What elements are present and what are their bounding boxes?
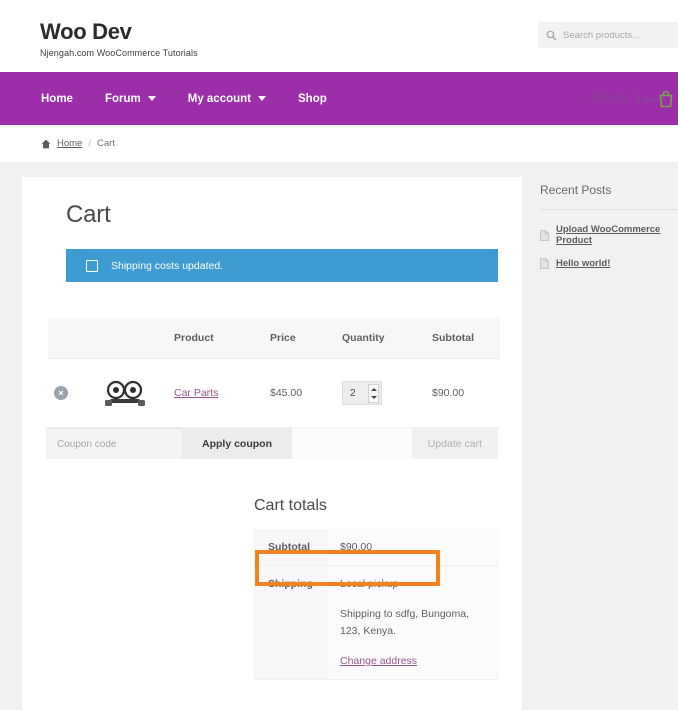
col-header-subtotal: Subtotal bbox=[426, 318, 500, 359]
quantity-value: 2 bbox=[350, 387, 356, 399]
site-branding[interactable]: Woo Dev Njengah.com WooCommerce Tutorial… bbox=[40, 19, 198, 59]
product-link[interactable]: Car Parts bbox=[174, 387, 218, 399]
col-header-product: Product bbox=[168, 318, 264, 359]
nav-item-label: Home bbox=[41, 92, 73, 105]
nav-item-forum[interactable]: Forum bbox=[89, 93, 172, 105]
site-title: Woo Dev bbox=[40, 19, 132, 44]
cell-subtotal: $90.00 bbox=[426, 358, 500, 428]
col-header-remove bbox=[48, 318, 96, 359]
change-address-link[interactable]: Change address bbox=[340, 655, 417, 667]
quantity-spinner[interactable] bbox=[368, 384, 379, 403]
chevron-down-icon bbox=[258, 96, 266, 101]
recent-post-link[interactable]: Upload WooCommerce Product bbox=[556, 224, 678, 246]
breadcrumb-link-home[interactable]: Home bbox=[57, 138, 82, 149]
nav-item-label: My account bbox=[187, 92, 251, 105]
apply-coupon-button[interactable]: Apply coupon bbox=[182, 428, 292, 459]
shipping-label: Shipping bbox=[254, 565, 328, 680]
shipping-method-value: Local pickup bbox=[340, 578, 399, 590]
product-search[interactable] bbox=[538, 22, 678, 48]
col-header-thumbnail bbox=[96, 318, 168, 359]
cell-price: $45.00 bbox=[264, 358, 336, 428]
nav-item-my-account[interactable]: My account bbox=[172, 93, 282, 105]
nav-item-label: Shop bbox=[298, 92, 327, 105]
quantity-stepper[interactable]: 2 bbox=[342, 381, 382, 405]
breadcrumb-separator: / bbox=[88, 138, 91, 149]
site-header: Woo Dev Njengah.com WooCommerce Tutorial… bbox=[0, 0, 678, 72]
home-icon bbox=[41, 139, 51, 148]
widget-title-recent-posts: Recent Posts bbox=[540, 183, 612, 197]
col-header-quantity: Quantity bbox=[336, 318, 426, 359]
widget-divider bbox=[540, 209, 678, 210]
cell-thumbnail bbox=[96, 358, 168, 428]
coupon-row: Apply coupon Update cart bbox=[46, 428, 498, 459]
page-title: Cart bbox=[66, 201, 111, 228]
search-icon bbox=[546, 30, 557, 40]
breadcrumb-current: Cart bbox=[96, 138, 115, 149]
remove-item-button[interactable]: × bbox=[54, 386, 68, 400]
nav-item-label: Forum bbox=[104, 92, 141, 105]
cart-content-card: Cart Shipping costs updated. Product Pri… bbox=[22, 177, 522, 710]
nav-item-shop[interactable]: Shop bbox=[282, 93, 343, 105]
nav-item-home[interactable]: Home bbox=[41, 93, 89, 105]
cart-table-body: × Car Parts $45.00 2 $90.00 bbox=[48, 358, 500, 428]
cart-totals-section: Cart totals Subtotal $90.00 Shipping Loc… bbox=[254, 497, 499, 680]
cell-product: Car Parts bbox=[168, 358, 264, 428]
quantity-increment-button[interactable] bbox=[369, 385, 378, 394]
info-icon bbox=[86, 259, 98, 272]
nav-cart-summary[interactable]: $90.00 2 items bbox=[592, 90, 673, 107]
page-wrapper: Cart Shipping costs updated. Product Pri… bbox=[0, 162, 678, 710]
totals-row-shipping: Shipping Local pickup Shipping to sdfg, … bbox=[254, 565, 499, 680]
recent-post-link[interactable]: Hello world! bbox=[556, 258, 610, 269]
nav-links: Home Forum My account Shop bbox=[41, 93, 343, 105]
notice-text: Shipping costs updated. bbox=[111, 259, 224, 272]
shipping-notice: Shipping costs updated. bbox=[66, 249, 498, 282]
cell-remove: × bbox=[48, 358, 96, 428]
cart-table-head: Product Price Quantity Subtotal bbox=[48, 318, 500, 359]
shipping-cell: Local pickup Shipping to sdfg, Bungoma, … bbox=[328, 565, 499, 680]
car-parts-thumbnail[interactable] bbox=[102, 375, 148, 411]
update-cart-button[interactable]: Update cart bbox=[411, 428, 498, 459]
chevron-down-icon bbox=[147, 96, 156, 101]
cart-table: Product Price Quantity Subtotal × Car Pa… bbox=[48, 318, 500, 428]
table-header-row: Product Price Quantity Subtotal bbox=[48, 318, 500, 359]
shipping-destination-note: Shipping to sdfg, Bungoma, 123, Kenya. bbox=[340, 608, 470, 638]
cart-totals-table: Subtotal $90.00 Shipping Local pickup Sh… bbox=[254, 529, 499, 680]
cell-quantity: 2 bbox=[336, 358, 426, 428]
col-header-price: Price bbox=[264, 318, 336, 359]
subtotal-value: $90.00 bbox=[328, 529, 499, 566]
list-item[interactable]: Hello world! bbox=[540, 258, 678, 269]
cart-total-amount: $90.00 bbox=[592, 92, 628, 105]
search-input[interactable] bbox=[563, 29, 670, 41]
shopping-bag-icon[interactable] bbox=[658, 90, 674, 108]
table-row: × Car Parts $45.00 2 $90.00 bbox=[48, 358, 500, 428]
quantity-decrement-button[interactable] bbox=[369, 394, 378, 403]
subtotal-label: Subtotal bbox=[254, 529, 328, 566]
coupon-code-input[interactable] bbox=[46, 428, 182, 459]
breadcrumb: Home / Cart bbox=[0, 125, 678, 162]
document-icon bbox=[540, 229, 549, 241]
site-tagline: Njengah.com WooCommerce Tutorials bbox=[40, 48, 198, 59]
list-item[interactable]: Upload WooCommerce Product bbox=[540, 224, 678, 246]
cart-totals-title: Cart totals bbox=[254, 497, 327, 514]
sidebar: Recent Posts Upload WooCommerce Product … bbox=[530, 177, 678, 281]
totals-row-subtotal: Subtotal $90.00 bbox=[254, 529, 499, 566]
primary-navigation: Home Forum My account Shop $90.00 2 item… bbox=[0, 72, 678, 125]
coupon-spacer bbox=[292, 428, 412, 459]
document-icon bbox=[540, 258, 549, 269]
